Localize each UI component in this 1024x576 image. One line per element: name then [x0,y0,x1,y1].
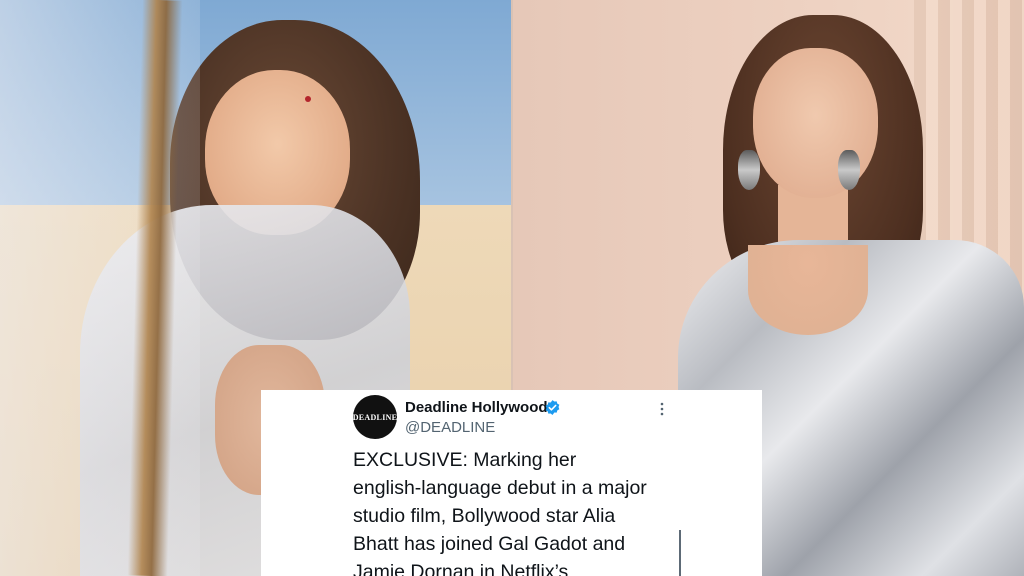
tweet-text: EXCLUSIVE: Marking her english-language … [353,449,647,576]
display-name[interactable]: Deadline Hollywood [405,399,548,416]
more-options-icon[interactable] [659,402,665,416]
user-handle[interactable]: @DEADLINE [405,419,495,436]
photo-earring-right [838,150,860,190]
avatar[interactable]: DEADLINE [353,395,397,439]
text-cursor-indicator [679,530,681,576]
photo-bindi [305,96,311,102]
photo-neckline [748,245,868,335]
avatar-logo-text: DEADLINE [352,412,398,422]
tweet-card: DEADLINE Deadline Hollywood @DEADLINE EX… [261,390,762,576]
verified-badge-icon [545,400,560,415]
photo-earring-left [738,150,760,190]
